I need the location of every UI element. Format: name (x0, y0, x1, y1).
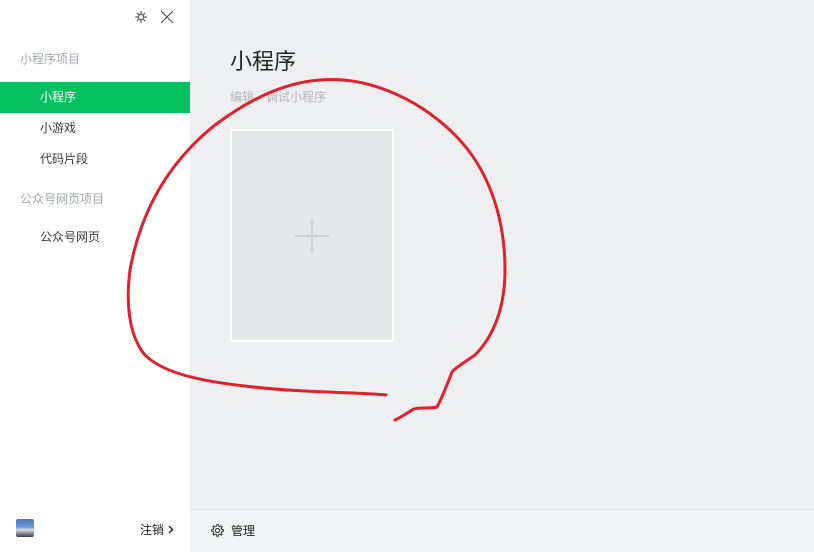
add-project-card[interactable] (230, 129, 394, 342)
manage-label: 管理 (231, 524, 256, 538)
page-subtitle: 编辑、调试小程序 (230, 90, 327, 104)
close-icon[interactable] (158, 8, 176, 26)
sidebar: 小程序项目 小程序 小游戏 代码片段 公众号网页项目 公众号网页 注销 (0, 0, 190, 552)
sidebar-item-miniprogram[interactable]: 小程序 (0, 82, 190, 113)
gear-icon (211, 523, 225, 537)
settings-gear-icon[interactable] (132, 8, 150, 26)
main-footer: 管理 (190, 509, 814, 552)
logout-label: 注销 (139, 523, 164, 537)
sidebar-item-code-snippets[interactable]: 代码片段 (0, 144, 190, 175)
app-window: 小程序项目 小程序 小游戏 代码片段 公众号网页项目 公众号网页 注销 小程序 … (0, 0, 814, 552)
window-controls (132, 8, 176, 26)
sidebar-footer: 注销 (0, 508, 190, 552)
logout-button[interactable]: 注销 (140, 521, 174, 538)
manage-button[interactable]: 管理 (210, 522, 255, 539)
section-title-official-account-projects: 公众号网页项目 (20, 192, 105, 206)
chevron-right-icon (168, 525, 174, 534)
sidebar-item-official-account-web[interactable]: 公众号网页 (0, 222, 190, 253)
avatar[interactable] (16, 519, 34, 537)
page-title: 小程序 (230, 50, 297, 75)
main-panel: 小程序 编辑、调试小程序 管理 (190, 0, 814, 552)
section-title-miniprogram-projects: 小程序项目 (20, 52, 81, 66)
sidebar-item-minigame[interactable]: 小游戏 (0, 113, 190, 144)
plus-icon (295, 218, 329, 253)
